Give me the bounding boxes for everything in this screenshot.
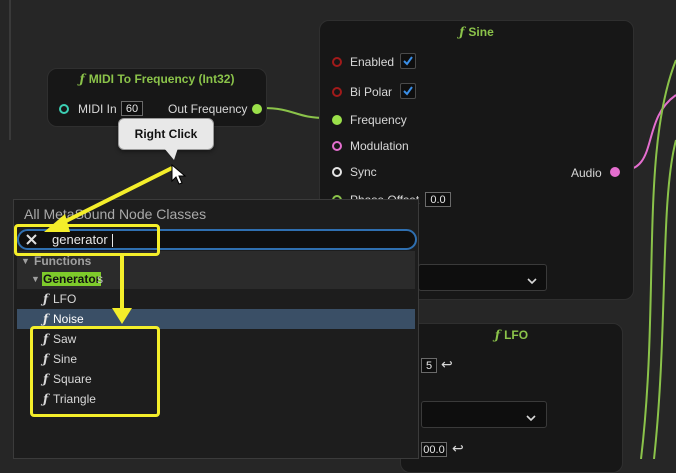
annotation-arrows [44,166,173,324]
right-click-callout: Right Click [118,118,214,150]
mouse-cursor-icon [171,164,187,185]
arrowhead-icon [112,308,132,324]
callout-pointer [164,148,178,160]
arrowhead-icon [44,214,70,232]
